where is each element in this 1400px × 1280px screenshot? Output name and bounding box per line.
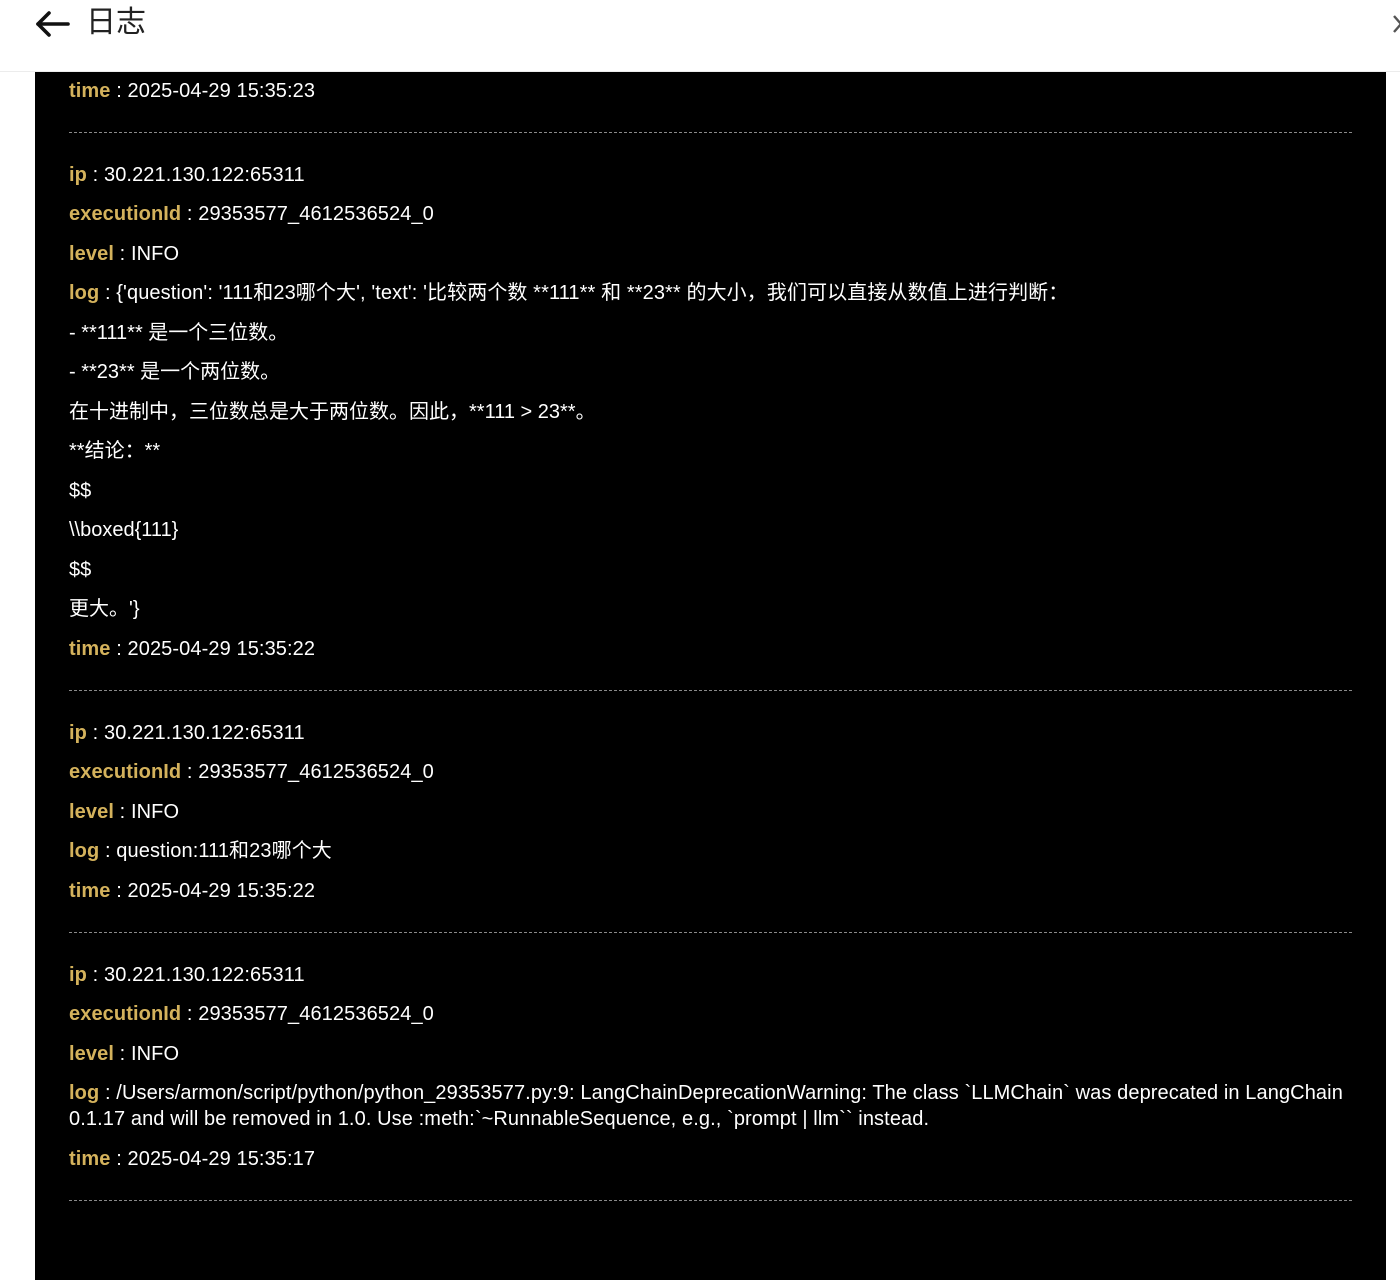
- log-field-time: time : 2025-04-29 15:35:22: [69, 878, 1352, 904]
- log-continuation-line: 更大。'}: [69, 598, 140, 620]
- arrow-left-icon: [36, 11, 70, 37]
- field-key: time: [69, 79, 111, 102]
- log-field-executionid: executionId : 29353577_4612536524_0: [69, 759, 1352, 785]
- log-entry: ip : 30.221.130.122:65311 executionId : …: [69, 962, 1352, 1172]
- log-field-executionid: executionId : 29353577_4612536524_0: [69, 1001, 1352, 1027]
- field-value: : {'question': '111和23哪个大', 'text': '比较两…: [104, 282, 1069, 304]
- entry-divider: [69, 689, 1352, 691]
- close-icon: [1393, 15, 1400, 33]
- log-panel[interactable]: log: ... time : 2025-04-29 15:35:23 ip :…: [35, 72, 1386, 1280]
- field-key: time: [69, 637, 111, 660]
- log-field-level: level : INFO: [69, 799, 1352, 825]
- field-value: : question:111和23哪个大: [104, 840, 332, 862]
- log-field-time: time : 2025-04-29 15:35:17: [69, 1146, 1352, 1172]
- field-key: log: [69, 840, 100, 862]
- entry-divider: [69, 931, 1352, 933]
- log-field-log: log : {'question': '111和23哪个大', 'text': …: [69, 280, 1352, 306]
- entry-divider: [69, 131, 1352, 133]
- entry-divider: [69, 1199, 1352, 1201]
- field-key: ip: [69, 163, 87, 186]
- log-field-executionid: executionId : 29353577_4612536524_0: [69, 201, 1352, 227]
- field-value: : 30.221.130.122:65311: [92, 963, 305, 986]
- field-value: : INFO: [119, 800, 180, 823]
- field-value: : 2025-04-29 15:35:17: [116, 1147, 316, 1170]
- field-key: ip: [69, 721, 87, 744]
- field-value: : INFO: [119, 242, 180, 265]
- field-value: : 29353577_4612536524_0: [186, 761, 434, 783]
- log-continuation-line: $$: [69, 558, 92, 581]
- log-continuation-line: $$: [69, 479, 92, 502]
- log-list: log: ... time : 2025-04-29 15:35:23 ip :…: [35, 72, 1386, 1230]
- log-field-log: log : /Users/armon/script/python/python_…: [69, 1080, 1352, 1132]
- field-value: : 2025-04-29 15:35:23: [116, 79, 316, 102]
- field-key: executionId: [69, 1003, 182, 1025]
- field-value: : 29353577_4612536524_0: [186, 1003, 434, 1025]
- page-title: 日志: [86, 5, 146, 40]
- log-continuation-line: **结论：**: [69, 440, 161, 462]
- log-field-time: time : 2025-04-29 15:35:22: [69, 636, 1352, 662]
- log-field-time: time : 2025-04-29 15:35:23: [69, 78, 1352, 104]
- field-key: ip: [69, 963, 87, 986]
- log-field-ip: ip : 30.221.130.122:65311: [69, 162, 1352, 188]
- back-button[interactable]: [32, 6, 72, 42]
- log-continuation-line: - **111** 是一个三位数。: [69, 321, 289, 344]
- log-field-level: level : INFO: [69, 1041, 1352, 1067]
- field-value: : 2025-04-29 15:35:22: [116, 637, 316, 660]
- log-entry: log: ... time : 2025-04-29 15:35:23: [69, 72, 1352, 104]
- field-value: : 29353577_4612536524_0: [186, 203, 434, 225]
- field-key: executionId: [69, 203, 182, 225]
- field-key: level: [69, 242, 114, 265]
- field-value: : 30.221.130.122:65311: [92, 163, 305, 186]
- close-button[interactable]: [1388, 6, 1400, 38]
- log-field-log: log : question:111和23哪个大: [69, 838, 1352, 864]
- field-key: log: [69, 1082, 100, 1104]
- page-header: 日志: [0, 0, 1400, 72]
- log-entry: ip : 30.221.130.122:65311 executionId : …: [69, 162, 1352, 662]
- field-key: time: [69, 879, 111, 902]
- log-entry: ip : 30.221.130.122:65311 executionId : …: [69, 720, 1352, 904]
- log-continuation-line: \\boxed{111}: [69, 519, 179, 541]
- log-field-ip: ip : 30.221.130.122:65311: [69, 720, 1352, 746]
- log-continuation-line: 在十进制中，三位数总是大于两位数。因此，**111 > 23**。: [69, 400, 596, 423]
- log-field-ip: ip : 30.221.130.122:65311: [69, 962, 1352, 988]
- field-key: time: [69, 1147, 111, 1170]
- field-value: : /Users/armon/script/python/python_2935…: [69, 1082, 1349, 1130]
- log-field-level: level : INFO: [69, 241, 1352, 267]
- field-key: level: [69, 800, 114, 823]
- field-value: : INFO: [119, 1042, 180, 1065]
- log-continuation-line: - **23** 是一个两位数。: [69, 361, 281, 383]
- field-key: executionId: [69, 761, 182, 783]
- field-value: : 30.221.130.122:65311: [92, 721, 305, 744]
- field-key: log: [69, 282, 100, 304]
- field-key: level: [69, 1042, 114, 1065]
- field-value: : 2025-04-29 15:35:22: [116, 879, 316, 902]
